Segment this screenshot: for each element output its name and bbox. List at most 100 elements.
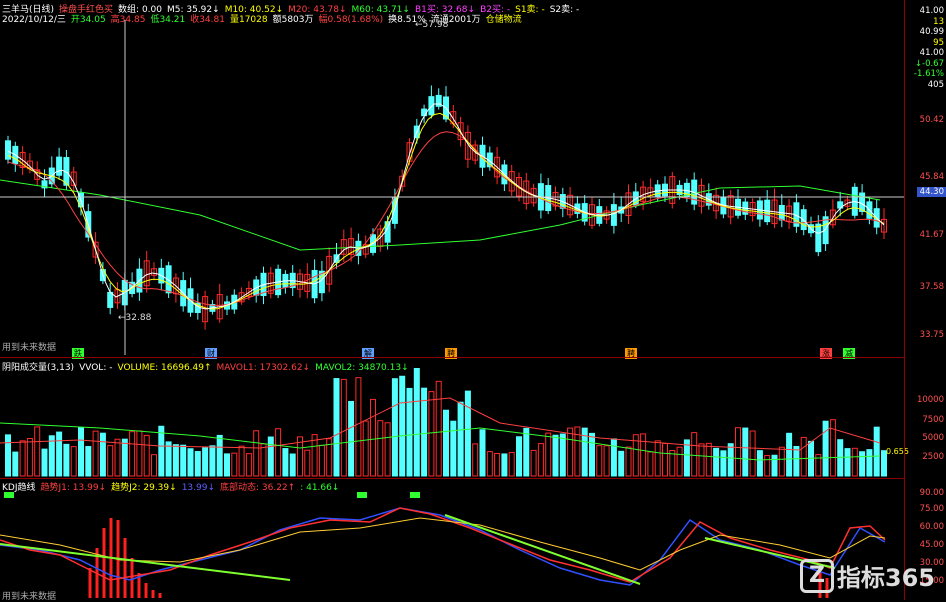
candle xyxy=(610,204,617,226)
quote-box-value: -1.61% xyxy=(913,69,944,79)
volume-bar xyxy=(340,378,347,477)
quote-field-5: 量17028 xyxy=(229,15,268,25)
volume-bar xyxy=(603,445,610,477)
volume-bar xyxy=(245,453,252,477)
volume-bar xyxy=(253,430,260,477)
volume-bar xyxy=(866,449,873,477)
kdj-signal-bar xyxy=(130,558,134,598)
volume-bar xyxy=(362,420,369,477)
candle xyxy=(800,209,807,231)
volume-bar xyxy=(413,368,420,477)
volume-bar xyxy=(121,438,128,477)
volume-bar xyxy=(859,451,866,477)
volume-bar xyxy=(180,444,187,477)
volume-bar xyxy=(194,451,201,477)
volume-bar xyxy=(647,451,654,477)
kdj-chart[interactable] xyxy=(0,480,904,600)
volume-bar xyxy=(19,440,26,477)
volume-bar xyxy=(267,436,274,477)
volume-bar xyxy=(70,446,77,477)
candle xyxy=(107,291,114,308)
current-price-tag: 44.30 xyxy=(916,187,946,197)
volume-bar xyxy=(479,429,486,477)
header-field-10: S2卖: - xyxy=(549,5,580,15)
kdj-signal-bar xyxy=(123,538,127,598)
volume-bar xyxy=(844,448,851,477)
volume-bar xyxy=(625,446,632,477)
high-price-label: ←57.98 xyxy=(415,20,449,30)
kdj-signal-bar xyxy=(102,528,106,598)
quote-field-6: 额5803万 xyxy=(272,15,314,25)
volume-bar xyxy=(523,427,530,477)
price-tick: 50.42 xyxy=(919,115,944,125)
volume-bar xyxy=(114,438,121,477)
volume-bar xyxy=(851,447,858,477)
volume-bar xyxy=(318,444,325,477)
quote-box-value: ↓-0.67 xyxy=(914,58,944,69)
kdj-signal-bar xyxy=(88,568,92,598)
volume-bar xyxy=(26,438,33,477)
candlestick-chart[interactable] xyxy=(0,0,904,355)
quote-box-value: 405 xyxy=(927,79,944,90)
quote-field-1: 开34.05 xyxy=(70,15,106,25)
kdj-tick: 60.00 xyxy=(919,522,944,532)
volume-bar xyxy=(735,427,741,477)
volume-bar xyxy=(705,442,712,477)
kdj-tick: 45.00 xyxy=(919,540,944,550)
volume-bar xyxy=(355,377,362,477)
future-data-note: 用到未来数据 xyxy=(2,343,57,353)
volume-bar xyxy=(464,390,471,477)
volume-bar xyxy=(384,422,391,477)
volume-bar xyxy=(391,378,398,477)
volume-bar xyxy=(545,432,552,477)
quote-field-10: 仓储物流 xyxy=(485,15,522,25)
volume-bar xyxy=(92,430,99,477)
candle xyxy=(428,96,435,116)
volume-bar xyxy=(304,449,311,477)
quote-box-value: 41.00 xyxy=(919,48,944,58)
volume-chart[interactable] xyxy=(0,368,904,478)
kdj-tick: 75.00 xyxy=(919,504,944,514)
volume-bar xyxy=(713,447,720,477)
candle xyxy=(815,223,822,253)
volume-bar xyxy=(187,448,194,477)
volume-bar xyxy=(370,398,376,477)
volume-bar xyxy=(34,426,41,477)
kdj-signal-bar xyxy=(151,590,155,598)
volume-bar xyxy=(63,443,70,477)
quote-field-4: 收34.81 xyxy=(190,15,225,25)
kdj-tick: 90.00 xyxy=(919,488,944,498)
volume-bar xyxy=(428,391,435,477)
price-axis: 41.00 13 40.99 95 41.00 ↓-0.67 -1.61% 405 50.42… xyxy=(904,0,946,600)
volume-bar xyxy=(530,449,537,477)
volume-bar xyxy=(12,451,19,477)
volume-bar xyxy=(756,450,763,477)
separator-volume xyxy=(0,357,904,358)
volume-bar xyxy=(202,447,209,477)
separator-kdj xyxy=(0,478,904,479)
volume-bar xyxy=(771,454,778,477)
volume-bar xyxy=(472,443,479,477)
volume-bar xyxy=(720,450,727,477)
candle xyxy=(56,156,63,176)
volume-bar xyxy=(158,425,165,477)
volume-tick: 10000 xyxy=(916,395,944,405)
volume-bar xyxy=(348,400,355,477)
quote-box-value: 95 xyxy=(933,37,944,48)
volume-bar xyxy=(764,455,771,477)
volume-bar xyxy=(559,433,566,477)
volume-bar xyxy=(873,426,880,477)
price-tick: 37.58 xyxy=(919,282,944,292)
quote-field-0: 2022/10/12/三 xyxy=(2,15,66,25)
volume-bar xyxy=(501,453,508,477)
volume-bar xyxy=(78,427,84,477)
volume-bar xyxy=(537,443,544,477)
price-panel[interactable] xyxy=(0,0,904,355)
volume-bar xyxy=(136,430,143,477)
volume-bar xyxy=(778,446,785,477)
price-tick: 33.75 xyxy=(919,330,944,340)
volume-bar xyxy=(749,430,756,477)
volume-bar xyxy=(800,436,807,477)
volume-bar xyxy=(698,443,705,477)
volume-tick: 2500 xyxy=(922,452,944,462)
